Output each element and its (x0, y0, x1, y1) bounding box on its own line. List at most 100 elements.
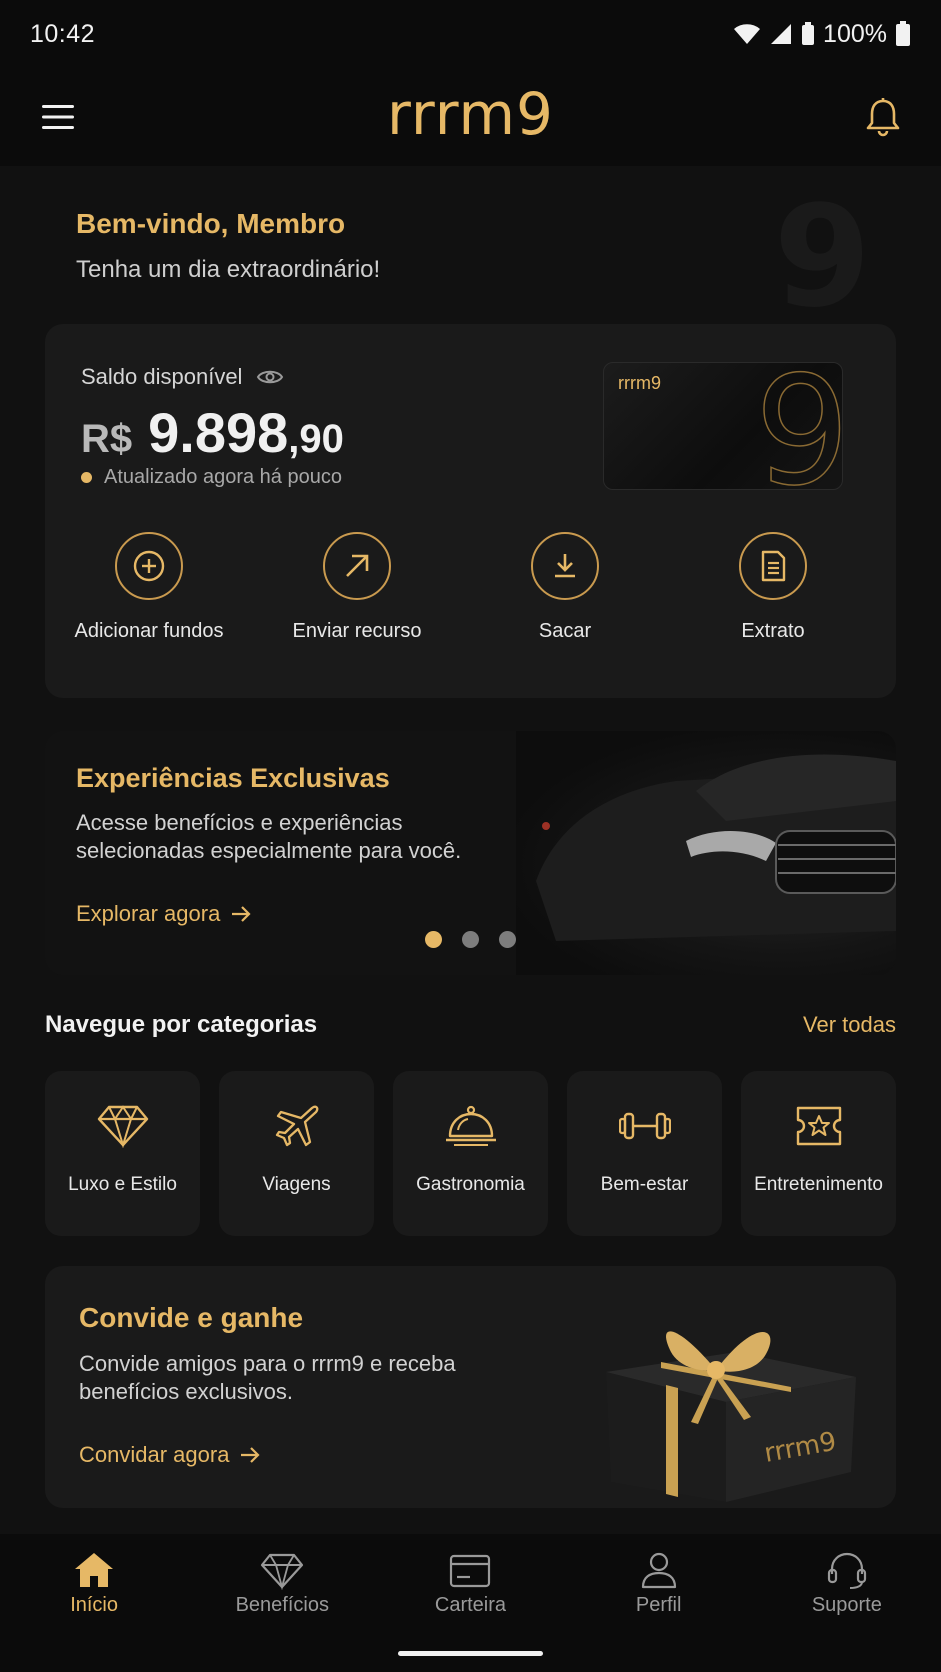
balance-value: 9.898 (148, 401, 289, 464)
categories-title: Navegue por categorias (45, 1011, 318, 1038)
category-entertainment[interactable]: Entretenimento (741, 1071, 896, 1236)
invite-card[interactable]: Convide e ganhe Convide amigos para o rr… (45, 1266, 896, 1508)
action-withdraw-label: Sacar (538, 620, 592, 642)
status-icons: 100% (733, 20, 911, 49)
action-add-funds-circle[interactable] (115, 532, 183, 600)
action-statement-label: Extrato (741, 620, 805, 642)
headset-icon (827, 1552, 866, 1589)
bottom-navigation: Início Benefícios Carteira Perfil Suport… (0, 1534, 941, 1672)
carousel-dot-1[interactable] (425, 931, 442, 948)
welcome-title: Bem-vindo, Membro (76, 208, 346, 239)
home-icon (75, 1553, 114, 1587)
action-withdraw[interactable]: Sacar (461, 532, 669, 644)
battery-percent: 100% (823, 19, 887, 48)
category-travel-label: Viagens (262, 1174, 331, 1195)
promo-carousel[interactable]: Experiências Exclusivas Acesse benefício… (45, 731, 896, 975)
nav-support-label: Suporte (811, 1594, 882, 1616)
menu-button[interactable] (34, 93, 82, 141)
card-nine-outline: 9 (754, 362, 843, 490)
action-statement[interactable]: Extrato (669, 532, 877, 644)
document-icon (761, 550, 786, 582)
app-logo[interactable]: rrrm9 (387, 80, 554, 148)
background-nine-watermark: 9 (773, 176, 871, 339)
airplane-icon (275, 1105, 318, 1147)
balance-updated-text: Atualizado agora há pouco (104, 466, 342, 488)
category-wellness-label: Bem-estar (600, 1174, 689, 1195)
gift-box-image: rrrm9 (566, 1282, 866, 1507)
car-illustration (536, 754, 896, 941)
category-wellness[interactable]: Bem-estar (567, 1071, 722, 1236)
action-withdraw-circle[interactable] (531, 532, 599, 600)
diamond-icon (261, 1553, 304, 1590)
eye-icon[interactable] (256, 367, 284, 387)
bell-icon (866, 98, 900, 137)
home-content[interactable]: 9 Bem-vindo, Membro Tenha um dia extraor… (0, 166, 941, 1534)
nav-benefits[interactable]: Benefícios (202, 1550, 362, 1672)
dumbbell-icon (618, 1112, 671, 1140)
carousel-dot-2[interactable] (462, 931, 479, 948)
arrow-right-icon (232, 906, 251, 922)
nav-home[interactable]: Início (14, 1550, 174, 1672)
category-gastronomy-label: Gastronomia (416, 1174, 525, 1195)
diamond-icon (97, 1105, 148, 1148)
promo-explore-link[interactable]: Explorar agora (76, 901, 252, 927)
status-bar: 10:42 100% (0, 0, 941, 68)
member-card-image[interactable]: 9 rrrm9 (603, 362, 843, 490)
categories-row: Luxo e Estilo Viagens Gastronomia Bem-es… (45, 1071, 896, 1236)
invite-now-link[interactable]: Convidar agora (79, 1442, 261, 1468)
nav-benefits-label: Benefícios (235, 1594, 329, 1616)
gesture-home-bar[interactable] (398, 1651, 543, 1656)
nav-wallet-label: Carteira (434, 1594, 507, 1616)
category-entertainment-label: Entretenimento (754, 1174, 883, 1195)
arrow-up-right-icon (346, 554, 369, 577)
arrow-right-icon (241, 1447, 260, 1463)
nav-profile[interactable]: Perfil (579, 1550, 739, 1672)
carousel-dots (425, 931, 516, 948)
action-add-funds[interactable]: Adicionar fundos (45, 532, 253, 644)
battery-small-icon (802, 22, 815, 45)
wifi-icon (734, 24, 761, 44)
nav-home-label: Início (70, 1594, 118, 1616)
wallet-card-icon (450, 1554, 491, 1588)
balance-label: Saldo disponível (81, 364, 243, 389)
balance-amount: R$ 9.898 ,90 (81, 400, 344, 465)
user-icon (641, 1552, 676, 1589)
category-luxury-label: Luxo e Estilo (68, 1174, 177, 1195)
balance-card: Saldo disponível R$ 9.898 ,90 Atualizado… (45, 324, 896, 698)
plus-circle-icon (133, 550, 165, 582)
promo-title: Experiências Exclusivas (76, 763, 390, 793)
nav-profile-label: Perfil (635, 1594, 682, 1616)
balance-label-row: Saldo disponível (81, 364, 284, 390)
action-send-label: Enviar recurso (292, 620, 422, 642)
category-gastronomy[interactable]: Gastronomia (393, 1071, 548, 1236)
invite-title: Convide e ganhe (79, 1302, 304, 1333)
balance-currency: R$ (81, 417, 133, 461)
invite-cta-label: Convidar agora (79, 1442, 230, 1467)
nav-support[interactable]: Suporte (767, 1550, 927, 1672)
card-logo: rrrm9 (618, 373, 661, 393)
carousel-dot-3[interactable] (499, 931, 516, 948)
download-icon (555, 554, 575, 578)
promo-cta-label: Explorar agora (76, 901, 221, 926)
battery-icon (896, 21, 910, 46)
car-image (516, 731, 896, 975)
notifications-button[interactable] (859, 93, 907, 141)
top-app-bar: rrrm9 (0, 68, 941, 166)
status-time: 10:42 (30, 19, 96, 48)
gift-box-illustration: rrrm9 (606, 1331, 856, 1502)
category-travel[interactable]: Viagens (219, 1071, 374, 1236)
action-statement-circle[interactable] (739, 532, 807, 600)
quick-actions: Adicionar fundos Enviar recurso Sacar Ex… (45, 532, 896, 644)
category-luxury[interactable]: Luxo e Estilo (45, 1071, 200, 1236)
signal-icon (771, 24, 792, 44)
balance-updated: Atualizado agora há pouco (81, 466, 342, 489)
action-add-funds-label: Adicionar fundos (74, 620, 224, 642)
see-all-link[interactable]: Ver todas (803, 1012, 896, 1038)
action-send-circle[interactable] (323, 532, 391, 600)
status-dot (81, 472, 92, 483)
ticket-star-icon (796, 1106, 841, 1146)
welcome-section: Bem-vindo, Membro Tenha um dia extraordi… (76, 208, 380, 284)
cloche-icon (445, 1105, 496, 1146)
welcome-subtitle: Tenha um dia extraordinário! (76, 256, 381, 283)
action-send[interactable]: Enviar recurso (253, 532, 461, 644)
